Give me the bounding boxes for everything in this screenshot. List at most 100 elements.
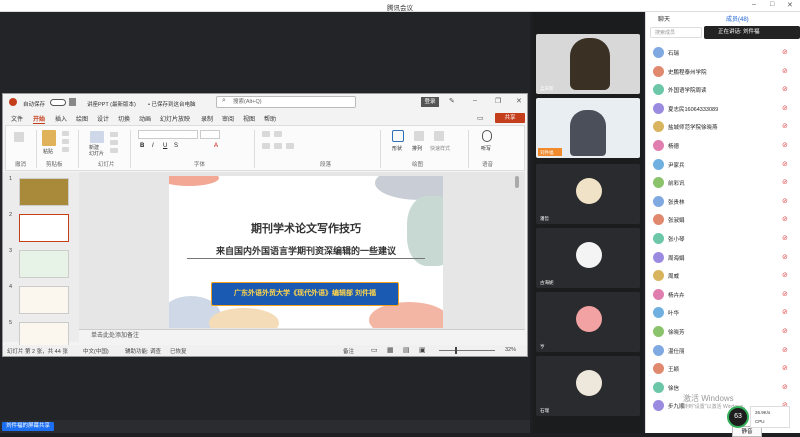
- tab-insert[interactable]: 插入: [55, 114, 67, 123]
- cut-icon[interactable]: [62, 131, 69, 136]
- member-row[interactable]: 周威 ⊘: [646, 267, 800, 285]
- slide-sorter-icon[interactable]: ▦: [387, 346, 394, 354]
- tab-slideshow[interactable]: 幻灯片放映: [160, 114, 190, 123]
- mic-muted-icon[interactable]: ⊘: [782, 290, 788, 298]
- tab-view[interactable]: 视图: [243, 114, 255, 123]
- member-row[interactable]: 张贵林 ⊘: [646, 193, 800, 211]
- font-size-select[interactable]: [200, 130, 220, 139]
- member-row[interactable]: 徐晓芳 ⊘: [646, 323, 800, 341]
- minimize-icon[interactable]: –: [752, 1, 756, 8]
- tab-review[interactable]: 审阅: [222, 114, 234, 123]
- autosave-toggle[interactable]: [50, 99, 66, 106]
- member-row[interactable]: 夏志民16064333089 ⊘: [646, 100, 800, 118]
- maximize-icon[interactable]: □: [770, 1, 774, 8]
- mic-muted-icon[interactable]: ⊘: [782, 104, 788, 112]
- mic-muted-icon[interactable]: ⊘: [782, 383, 788, 391]
- search-input[interactable]: 搜索(Alt+Q): [216, 96, 356, 108]
- bold-icon[interactable]: B: [140, 143, 144, 149]
- tab-help[interactable]: 帮助: [264, 114, 276, 123]
- member-row[interactable]: 周海娟 ⊘: [646, 249, 800, 267]
- paste-icon[interactable]: [42, 130, 56, 146]
- member-row[interactable]: 杨德 ⊘: [646, 137, 800, 155]
- new-slide-label[interactable]: 新建 幻灯片: [89, 145, 104, 157]
- tab-transitions[interactable]: 切换: [118, 114, 130, 123]
- numbering-icon[interactable]: [274, 131, 282, 137]
- member-search-input[interactable]: 搜索成员: [650, 27, 702, 38]
- slideshow-icon[interactable]: ▣: [419, 346, 426, 354]
- zoom-slider[interactable]: [439, 350, 495, 351]
- mic-muted-icon[interactable]: ⊘: [782, 178, 788, 186]
- tab-draw[interactable]: 绘图: [76, 114, 88, 123]
- share-button[interactable]: 共享: [495, 113, 525, 123]
- tab-home[interactable]: 开始: [33, 114, 46, 124]
- font-name-select[interactable]: [138, 130, 198, 139]
- language-status[interactable]: 中文(中国): [83, 347, 109, 355]
- video-tile-6[interactable]: 石瑞: [536, 356, 640, 416]
- zoom-slider-thumb[interactable]: [455, 347, 457, 354]
- slide-thumbnail-4[interactable]: [19, 286, 69, 314]
- member-row[interactable]: 杨卉卉 ⊘: [646, 286, 800, 304]
- member-row[interactable]: 石瑞 ⊘: [646, 44, 800, 62]
- login-button[interactable]: 登录: [421, 97, 439, 107]
- copy-icon[interactable]: [62, 139, 69, 144]
- member-row[interactable]: 前彩讯 ⊘: [646, 174, 800, 192]
- mic-muted-icon[interactable]: ⊘: [782, 327, 788, 335]
- member-row[interactable]: 温仕丽 ⊘: [646, 342, 800, 360]
- align-right-icon[interactable]: [286, 143, 294, 149]
- minimize-icon[interactable]: –: [473, 97, 477, 104]
- video-tile-4[interactable]: 古海妮: [536, 228, 640, 288]
- save-icon[interactable]: [69, 98, 76, 106]
- mic-muted-icon[interactable]: ⊘: [782, 253, 788, 261]
- close-icon[interactable]: ✕: [516, 97, 522, 105]
- video-tile-2[interactable]: 刘件福: [536, 98, 640, 158]
- strikethrough-icon[interactable]: S: [174, 143, 178, 149]
- slide-thumbnail-1[interactable]: [19, 178, 69, 206]
- close-icon[interactable]: ✕: [787, 1, 793, 9]
- tab-design[interactable]: 设计: [97, 114, 109, 123]
- mic-muted-icon[interactable]: ⊘: [782, 271, 788, 279]
- shapes-icon[interactable]: [392, 130, 404, 142]
- mic-muted-icon[interactable]: ⊘: [782, 122, 788, 130]
- notes-pane[interactable]: 单击此处添加备注: [79, 329, 525, 342]
- member-row[interactable]: 张淑娟 ⊘: [646, 211, 800, 229]
- member-row[interactable]: 尹家兵 ⊘: [646, 156, 800, 174]
- mic-muted-icon[interactable]: ⊘: [782, 215, 788, 223]
- align-left-icon[interactable]: [262, 143, 270, 149]
- tab-members[interactable]: 成员(48): [726, 14, 749, 23]
- member-row[interactable]: 叶华 ⊘: [646, 304, 800, 322]
- zoom-level[interactable]: 32%: [505, 347, 516, 353]
- mic-muted-icon[interactable]: ⊘: [782, 67, 788, 75]
- italic-icon[interactable]: I: [152, 143, 154, 149]
- vertical-scrollbar[interactable]: [515, 176, 519, 188]
- underline-icon[interactable]: U: [163, 143, 167, 149]
- bullets-icon[interactable]: [262, 131, 270, 137]
- undo-icon[interactable]: [14, 132, 24, 142]
- mic-muted-icon[interactable]: ⊘: [782, 346, 788, 354]
- comment-icon[interactable]: ▭: [477, 114, 484, 122]
- font-color-icon[interactable]: A: [214, 143, 218, 149]
- restore-icon[interactable]: ❐: [495, 97, 501, 105]
- mic-muted-icon[interactable]: ⊘: [782, 308, 788, 316]
- tab-chat[interactable]: 聊天: [658, 14, 670, 23]
- layout-icon[interactable]: [110, 132, 118, 137]
- video-tile-3[interactable]: 潘哲: [536, 164, 640, 224]
- reset-icon[interactable]: [110, 140, 118, 145]
- notes-button[interactable]: 备注: [343, 347, 354, 355]
- video-tile-1[interactable]: 孟庆新: [536, 34, 640, 94]
- dictate-icon[interactable]: [482, 130, 492, 142]
- member-row[interactable]: 史鹏程泰州学院 ⊘: [646, 63, 800, 81]
- slide-thumbnail-3[interactable]: [19, 250, 69, 278]
- quick-styles-icon[interactable]: [434, 131, 444, 141]
- pen-icon[interactable]: ✎: [449, 97, 455, 105]
- reading-view-icon[interactable]: ▤: [403, 346, 410, 354]
- tab-file[interactable]: 文件: [11, 114, 23, 123]
- current-slide[interactable]: 期刊学术论文写作技巧 来自国内外国语言学期刊资深编辑的一些建议 广东外语外贸大学…: [169, 176, 443, 328]
- align-center-icon[interactable]: [274, 143, 282, 149]
- section-icon[interactable]: [110, 148, 118, 153]
- mic-muted-icon[interactable]: ⊘: [782, 197, 788, 205]
- format-painter-icon[interactable]: [62, 147, 69, 152]
- save-status[interactable]: • 已保存到这台电脑: [148, 100, 195, 108]
- tab-animations[interactable]: 动画: [139, 114, 151, 123]
- video-tile-5[interactable]: 亨: [536, 292, 640, 352]
- member-row[interactable]: 盐城师范学院徐晓燕 ⊘: [646, 118, 800, 136]
